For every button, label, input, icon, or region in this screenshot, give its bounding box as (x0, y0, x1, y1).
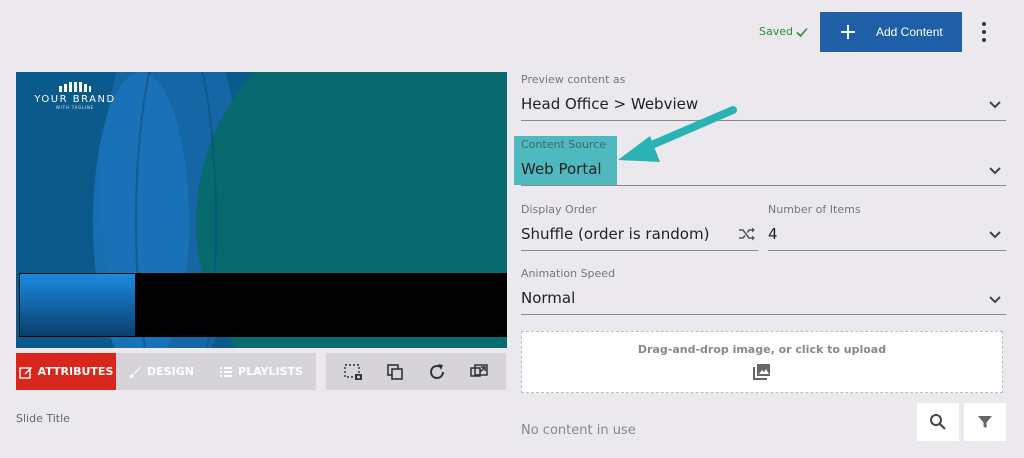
tab-attributes[interactable]: ATTRIBUTES (16, 353, 116, 390)
image-gallery-icon (753, 364, 770, 380)
plus-icon (841, 25, 855, 39)
filter-button[interactable] (964, 403, 1006, 441)
refresh-icon[interactable] (426, 361, 448, 383)
search-button[interactable] (917, 403, 959, 441)
preview-toolbar (326, 353, 506, 390)
display-order-select[interactable]: Shuffle (order is random) (521, 225, 709, 243)
brush-icon (129, 365, 142, 378)
slide-title-label: Slide Title (16, 412, 70, 425)
animation-speed-select[interactable]: Normal (521, 289, 575, 307)
shuffle-icon (739, 227, 755, 241)
add-content-label: Add Content (876, 25, 943, 39)
display-order-label: Display Order (521, 203, 597, 216)
brand-logo: YOUR BRAND WITH TAGLINE (30, 82, 120, 110)
more-options-icon[interactable] (976, 22, 992, 42)
preview-as-label: Preview content as (521, 73, 626, 86)
number-of-items-underline (768, 250, 1006, 251)
add-content-button[interactable]: Add Content (820, 12, 962, 52)
animation-speed-underline (521, 314, 1006, 315)
tab-design[interactable]: DESIGN (116, 353, 206, 390)
list-icon (220, 366, 233, 377)
ticker-bar (19, 273, 507, 337)
content-source-label: Content Source (521, 138, 607, 151)
number-of-items-label: Number of Items (768, 203, 861, 216)
tab-playlists[interactable]: PLAYLISTS (206, 353, 316, 390)
annotation-arrow-icon (618, 106, 737, 162)
animation-speed-label: Animation Speed (521, 267, 616, 280)
brand-mark-icon (59, 82, 91, 92)
tab-playlists-label: PLAYLISTS (238, 365, 303, 378)
chevron-down-icon[interactable] (988, 230, 1002, 240)
ticker-block (20, 274, 135, 336)
saved-status: Saved (759, 25, 808, 38)
number-of-items-select[interactable]: 4 (768, 225, 778, 243)
content-preview: YOUR BRAND WITH TAGLINE (16, 72, 507, 348)
saved-label: Saved (759, 25, 793, 38)
resize-icon[interactable] (468, 361, 490, 383)
no-content-message: No content in use (521, 423, 636, 438)
chevron-down-icon[interactable] (988, 166, 1002, 176)
content-source-select[interactable]: Web Portal (521, 160, 602, 178)
brand-name: YOUR BRAND (34, 94, 116, 105)
layers-icon[interactable] (384, 361, 406, 383)
dropzone-text: Drag-and-drop image, or click to upload (637, 343, 887, 356)
chevron-down-icon[interactable] (988, 100, 1002, 110)
checkmark-icon (796, 27, 808, 37)
preview-as-underline (521, 120, 1006, 121)
edit-icon (18, 366, 32, 379)
tab-attributes-label: ATTRIBUTES (37, 365, 114, 378)
brand-tagline: WITH TAGLINE (55, 105, 95, 110)
select-region-icon[interactable] (342, 361, 364, 383)
search-icon (930, 414, 946, 430)
chevron-down-icon[interactable] (988, 295, 1002, 305)
tab-design-label: DESIGN (147, 365, 194, 378)
display-order-underline (521, 250, 758, 251)
filter-icon (978, 416, 992, 428)
image-dropzone[interactable]: Drag-and-drop image, or click to upload (521, 331, 1003, 393)
editor-tabs: ATTRIBUTES DESIGN PLAYLISTS (16, 353, 316, 390)
content-source-underline (521, 185, 1006, 186)
